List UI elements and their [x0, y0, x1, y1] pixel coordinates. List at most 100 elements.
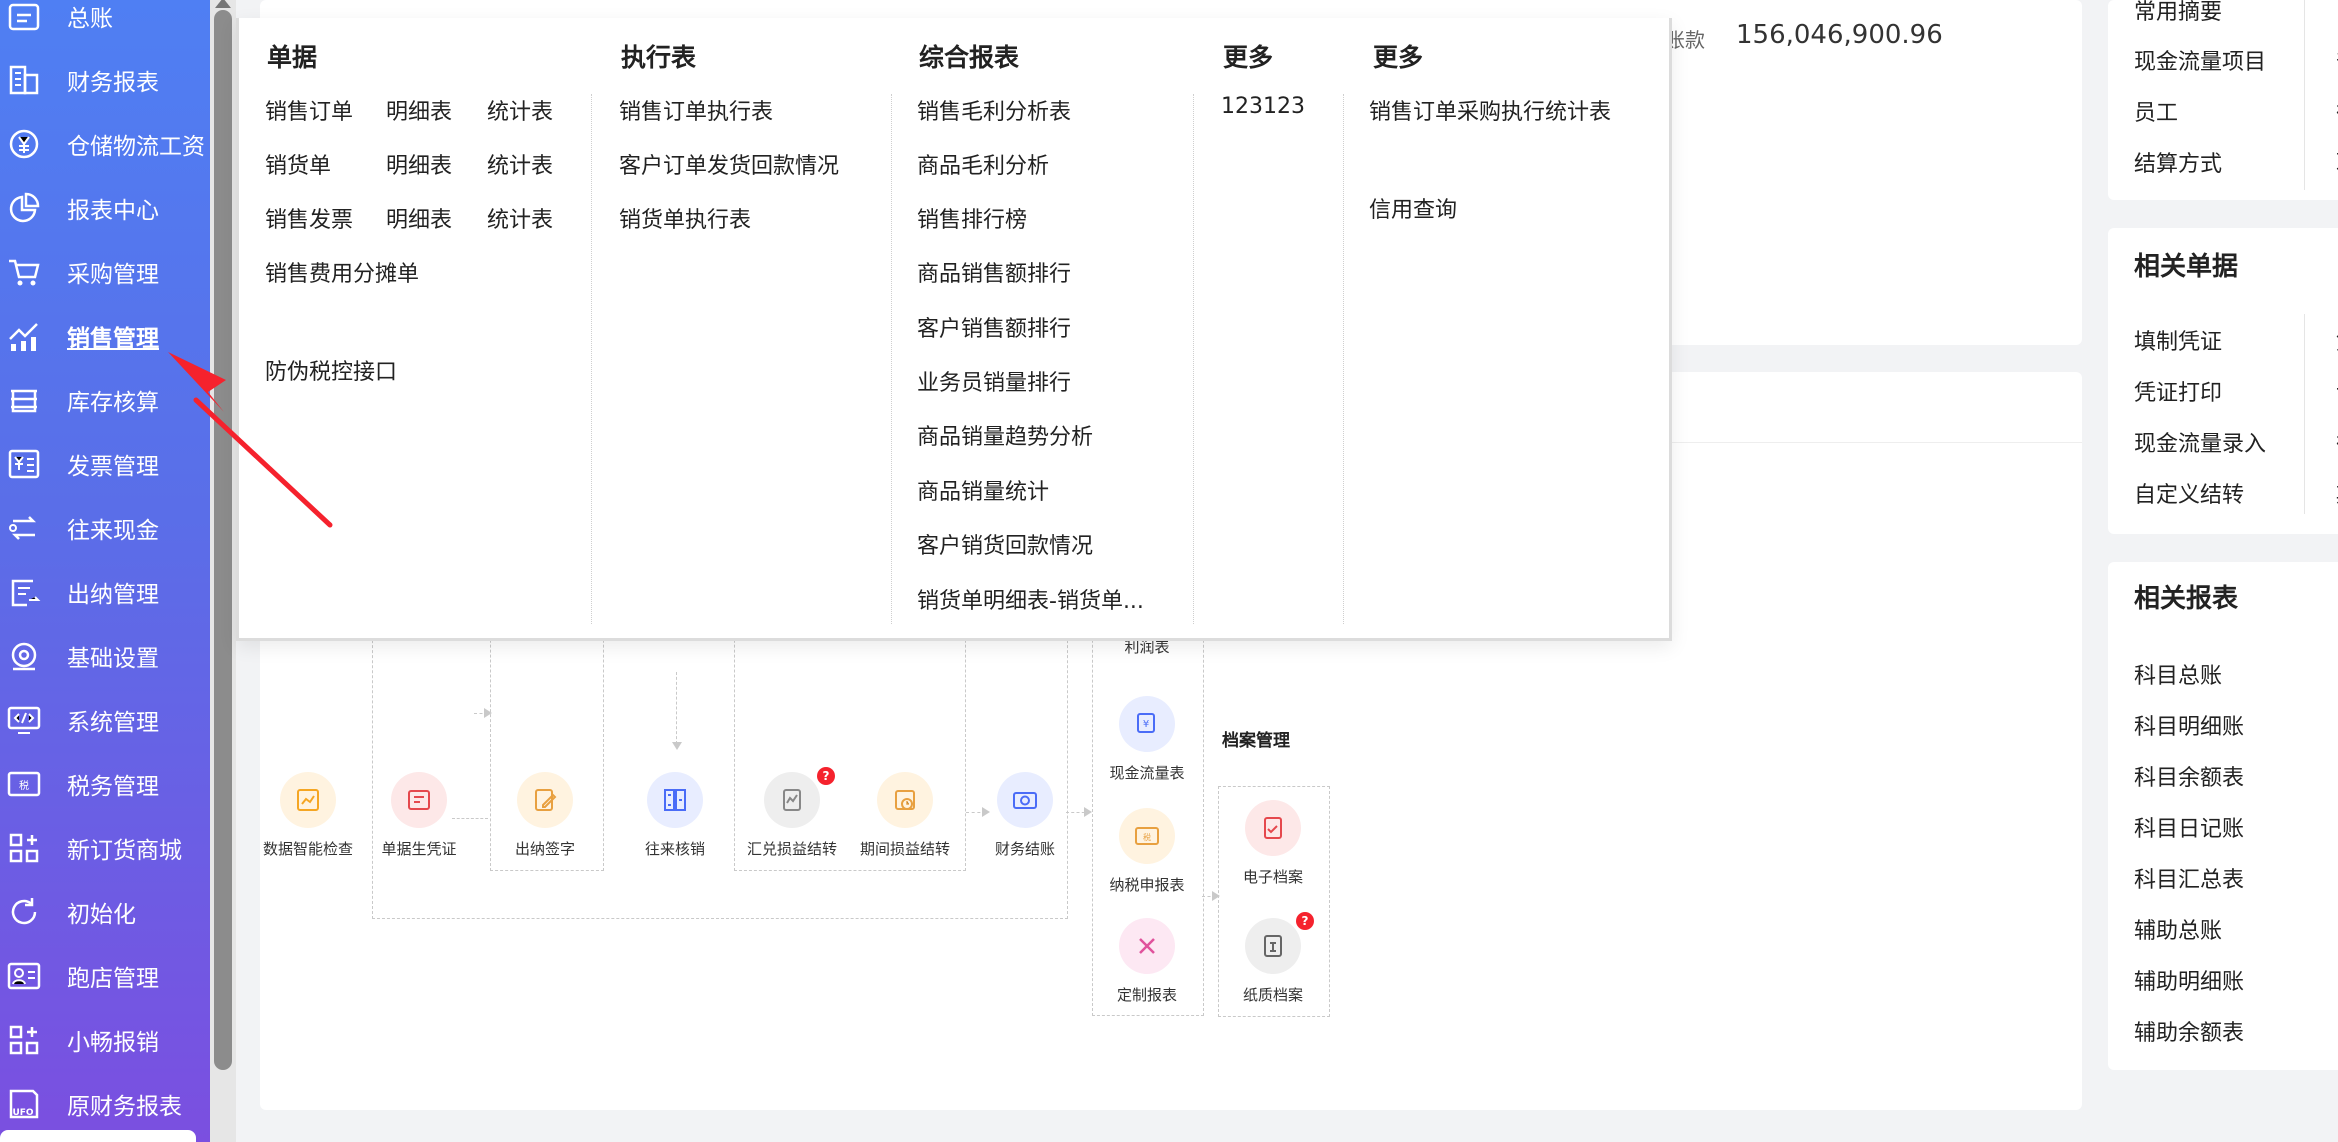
svg-text:税: 税 — [1143, 832, 1151, 842]
panel-link[interactable]: 辅助明细账 — [2134, 964, 2244, 996]
menu-report-item[interactable]: 业务员销量排行 — [917, 365, 1071, 397]
menu-delivery-note-detail[interactable]: 明细表 — [386, 148, 452, 180]
menu-report-item[interactable]: 销货单明细表-销货单... — [917, 583, 1144, 615]
panel-link[interactable]: 科目汇总表 — [2134, 862, 2244, 894]
panel-link[interactable]: 科目日记账 — [2134, 811, 2244, 843]
flow-step-label: 数据智能检查 — [262, 840, 353, 858]
flow-step-label: 单据生凭证 — [381, 840, 457, 858]
menu-sales-invoice-stats[interactable]: 统计表 — [487, 202, 553, 234]
menu-sales-order[interactable]: 销售订单 — [265, 94, 353, 126]
code-monitor-icon — [4, 700, 44, 740]
help-badge-icon[interactable]: ? — [1296, 912, 1314, 930]
menu-order-execution[interactable]: 销售订单执行表 — [619, 94, 773, 126]
voucher-generate-icon — [391, 772, 447, 828]
sidebar-item-legacy-reports[interactable]: UFO 原财务报表 — [0, 1072, 210, 1136]
sidebar-item-system[interactable]: 系统管理 — [0, 688, 210, 752]
sidebar-item-order-mall[interactable]: 新订货商城 — [0, 816, 210, 880]
panel-link[interactable]: 现金流量项目 — [2134, 44, 2266, 76]
flow-archive-paper[interactable]: 纸质档案 — [1218, 918, 1328, 1005]
sidebar-item-cash-flow[interactable]: 往来现金 — [0, 496, 210, 560]
menu-delivery-execution[interactable]: 销货单执行表 — [619, 202, 751, 234]
scrollbar-thumb[interactable] — [214, 10, 232, 1070]
sidebar-item-ledger[interactable]: 总账 — [0, 0, 210, 48]
menu-customer-delivery-payment[interactable]: 客户订单发货回款情况 — [619, 148, 839, 180]
panel-link[interactable]: 科目总账 — [2134, 658, 2222, 690]
menu-report-item[interactable]: 商品销量趋势分析 — [917, 419, 1093, 451]
menu-anti-counterfeit-tax[interactable]: 防伪税控接口 — [265, 354, 397, 386]
electronic-archive-icon — [1245, 800, 1301, 856]
flow-step-label: 出纳签字 — [514, 840, 575, 858]
menu-expense-allocation[interactable]: 销售费用分摊单 — [265, 256, 419, 288]
menu-report-item[interactable]: 销售排行榜 — [917, 202, 1027, 234]
sidebar-item-report-center[interactable]: 报表中心 — [0, 176, 210, 240]
panel-link[interactable]: 员工 — [2134, 95, 2178, 127]
column-title-more: 更多 — [1223, 43, 1274, 72]
grid-plus-icon — [4, 1020, 44, 1060]
menu-report-item[interactable]: 客户销售额排行 — [917, 311, 1071, 343]
scroll-up-arrow-icon[interactable] — [215, 0, 231, 8]
panel-link[interactable]: 现金流量录入 — [2134, 426, 2266, 458]
flow-step-cashier-sign[interactable]: 出纳签字 — [490, 772, 600, 859]
sidebar-item-reimbursement[interactable]: 小畅报销 — [0, 1008, 210, 1072]
sidebar-item-invoice[interactable]: 发票管理 — [0, 432, 210, 496]
flow-report-tax[interactable]: 税 纳税申报表 — [1092, 808, 1202, 895]
menu-report-item[interactable]: 商品销售额排行 — [917, 256, 1071, 288]
sidebar-item-warehouse-payroll[interactable]: 仓储物流工资 — [0, 112, 210, 176]
menu-sales-invoice-detail[interactable]: 明细表 — [386, 202, 452, 234]
flow-report-cashflow[interactable]: ¥ 现金流量表 — [1092, 696, 1202, 783]
sidebar-item-basic-settings[interactable]: 基础设置 — [0, 624, 210, 688]
cashier-sign-icon — [517, 772, 573, 828]
menu-report-item[interactable]: 商品销量统计 — [917, 474, 1049, 506]
svg-text:UFO: UFO — [12, 1108, 33, 1118]
menu-sales-order-detail[interactable]: 明细表 — [386, 94, 452, 126]
menu-credit-inquiry[interactable]: 信用查询 — [1369, 192, 1457, 224]
sidebar-item-sales[interactable]: 销售管理 — [0, 304, 210, 368]
flow-step-period-transfer[interactable]: 期间损益结转 — [850, 772, 960, 859]
flow-arrow-icon — [672, 742, 682, 750]
ufo-icon: UFO — [4, 1084, 44, 1124]
panel-link[interactable]: 辅助余额表 — [2134, 1015, 2244, 1047]
apps-icon — [4, 828, 44, 868]
menu-sales-invoice[interactable]: 销售发票 — [265, 202, 353, 234]
menu-more-item[interactable]: 销售订单采购执行统计表 — [1369, 94, 1611, 126]
flow-step-close-books[interactable]: 财务结账 — [970, 772, 1080, 859]
panel-link[interactable]: 自定义结转 — [2134, 477, 2244, 509]
column-title-more: 更多 — [1373, 43, 1424, 72]
sidebar-item-initialize[interactable]: 初始化 — [0, 880, 210, 944]
sidebar-item-inventory[interactable]: 库存核算 — [0, 368, 210, 432]
panel-link[interactable]: 科目明细账 — [2134, 709, 2244, 741]
sidebar-item-purchase[interactable]: 采购管理 — [0, 240, 210, 304]
panel-link[interactable]: 辅助总账 — [2134, 913, 2222, 945]
panel-link[interactable]: 结算方式 — [2134, 146, 2222, 178]
panel-link[interactable]: 科目余额表 — [2134, 760, 2244, 792]
flow-archive-electronic[interactable]: 电子档案 — [1218, 800, 1328, 887]
ledger-icon — [4, 0, 44, 36]
menu-delivery-note[interactable]: 销货单 — [265, 148, 331, 180]
sidebar-item-tax[interactable]: 税 税务管理 — [0, 752, 210, 816]
sidebar-item-label: 出纳管理 — [67, 582, 159, 608]
amount-value: 156,046,900.96 — [1736, 20, 1943, 50]
panel-link[interactable]: 常用摘要 — [2134, 0, 2222, 26]
transfer-icon — [4, 508, 44, 548]
panel-link[interactable]: 凭证打印 — [2134, 375, 2222, 407]
menu-more-item[interactable]: 123123 — [1221, 94, 1305, 119]
sidebar-item-store-visit[interactable]: 跑店管理 — [0, 944, 210, 1008]
menu-delivery-note-stats[interactable]: 统计表 — [487, 148, 553, 180]
panel-link[interactable]: 填制凭证 — [2134, 324, 2222, 356]
column-divider — [891, 94, 892, 624]
sidebar-item-label: 小畅报销 — [67, 1030, 159, 1056]
menu-sales-order-stats[interactable]: 统计表 — [487, 94, 553, 126]
flow-step-reconcile[interactable]: 往来核销 — [620, 772, 730, 859]
help-badge-icon[interactable]: ? — [817, 767, 835, 785]
flow-step-fx-transfer[interactable]: 汇兑损益结转 — [737, 772, 847, 859]
sidebar-item-cashier[interactable]: 出纳管理 — [0, 560, 210, 624]
flow-step-data-check[interactable]: 数据智能检查 — [253, 772, 363, 859]
settings-icon — [4, 636, 44, 676]
menu-report-item[interactable]: 客户销货回款情况 — [917, 528, 1093, 560]
menu-report-item[interactable]: 销售毛利分析表 — [917, 94, 1071, 126]
flow-step-voucher-generate[interactable]: 单据生凭证 — [364, 772, 474, 859]
flow-report-custom[interactable]: 定制报表 — [1092, 918, 1202, 1005]
sidebar-item-financial-reports[interactable]: 财务报表 — [0, 48, 210, 112]
sidebar-scrollbar[interactable] — [210, 0, 236, 1142]
menu-report-item[interactable]: 商品毛利分析 — [917, 148, 1049, 180]
